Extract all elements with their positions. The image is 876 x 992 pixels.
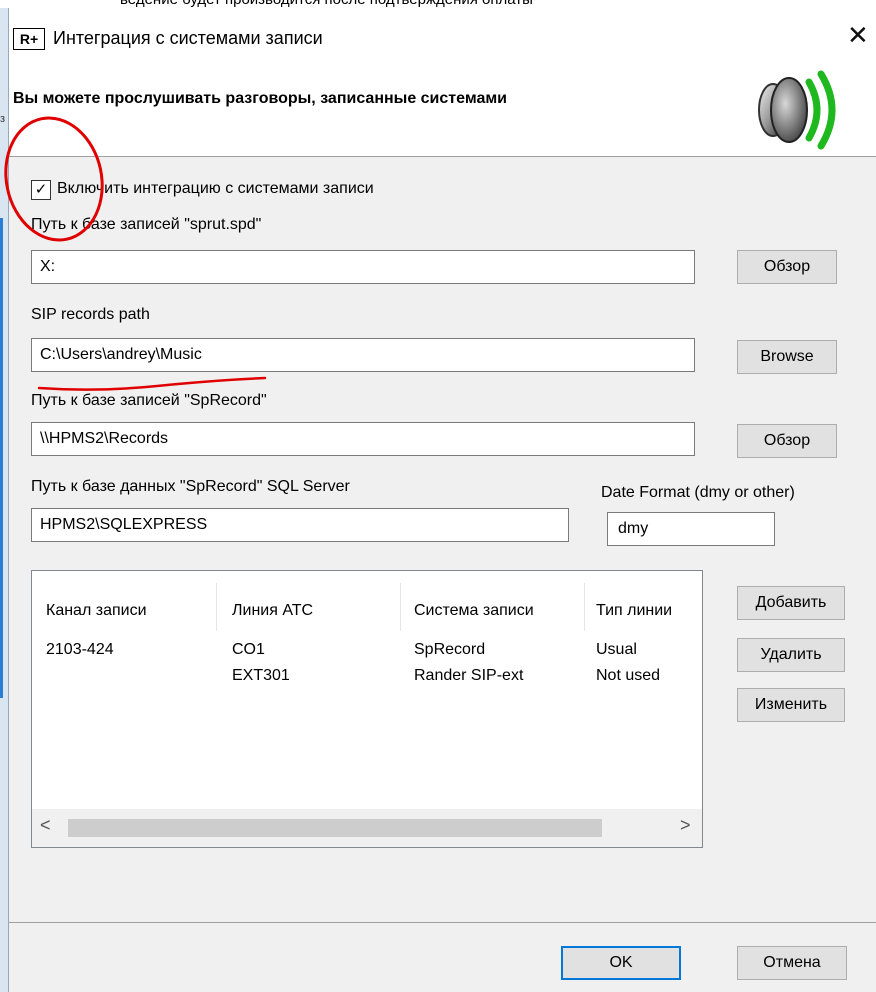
sql-server-field[interactable]: HPMS2\SQLEXPRESS [31,508,569,542]
delete-button[interactable]: Удалить [737,638,845,672]
row-cell-record-system: Rander SIP-ext [414,667,524,684]
sprecord-path-field[interactable]: \\HPMS2\Records [31,422,695,456]
sip-path-label: SIP records path [31,306,150,323]
annotation-underline [37,376,267,391]
sprut-path-field[interactable]: X: [31,250,695,284]
banner-text: Вы можете прослушивать разговоры, записа… [13,90,508,107]
sprecord-browse-button[interactable]: Обзор [737,424,837,458]
scroll-left-icon[interactable]: < [40,815,51,836]
recording-channels-list[interactable]: Канал записи Линия АТС Система записи Ти… [31,570,703,848]
background-edge-line [0,218,3,698]
column-header-channel[interactable]: Канал записи [46,571,147,631]
sprut-browse-button[interactable]: Обзор [737,250,837,284]
scroll-right-icon[interactable]: > [680,815,691,836]
integration-checkbox[interactable]: ✓ [31,180,51,200]
column-divider[interactable] [216,583,217,631]
horizontal-scrollbar[interactable]: < > [32,809,702,847]
dialog-window: R+ Интеграция с системами записи ✕ Вы мо… [0,8,876,992]
integration-checkbox-label[interactable]: Включить интеграцию с системами записи [57,180,374,198]
date-format-field[interactable]: dmy [607,512,775,546]
scrollbar-thumb[interactable] [68,819,602,837]
title-bar[interactable]: R+ Интеграция с системами записи ✕ [9,8,876,64]
row-cell-line-type: Not used [596,667,661,684]
list-header: Канал записи Линия АТС Система записи Ти… [32,571,702,631]
background-window-text: ведение будет производится после подтвер… [0,0,876,8]
background-window-edge: з [0,8,8,992]
sip-path-field[interactable]: C:\Users\andrey\Music [31,338,695,372]
row-cell-pbx-line: EXT301 [232,667,290,684]
ok-button[interactable]: OK [561,946,681,980]
sql-server-label: Путь к базе данных "SpRecord" SQL Server [31,478,350,495]
r-plus-app-icon: R+ [13,28,45,50]
close-icon[interactable]: ✕ [847,22,869,48]
window-title: Интеграция с системами записи [53,28,323,48]
column-header-line-type[interactable]: Тип линии [596,571,672,631]
add-button[interactable]: Добавить [737,586,845,620]
speaker-sound-icon [758,70,836,150]
header-banner: Вы можете прослушивать разговоры, записа… [9,64,876,157]
row-cell-pbx-line: CO1 [232,641,265,658]
column-header-record-system[interactable]: Система записи [414,571,534,631]
date-format-label: Date Format (dmy or other) [601,484,795,501]
column-divider[interactable] [400,583,401,631]
footer-divider [9,922,876,923]
row-cell-channel: 2103-424 [46,641,114,658]
edit-button[interactable]: Изменить [737,688,845,722]
column-divider[interactable] [584,583,585,631]
row-cell-record-system: SpRecord [414,641,486,658]
cancel-button[interactable]: Отмена [737,946,847,980]
row-cell-line-type: Usual [596,641,637,658]
background-edge-mark: з [0,113,6,125]
sip-browse-button[interactable]: Browse [737,340,837,374]
column-header-pbx-line[interactable]: Линия АТС [232,571,313,631]
background-text: ведение будет производится после подтвер… [120,0,533,8]
sprut-path-label: Путь к базе записей "sprut.spd" [31,216,262,233]
sprecord-path-label: Путь к базе записей "SpRecord" [31,392,267,409]
